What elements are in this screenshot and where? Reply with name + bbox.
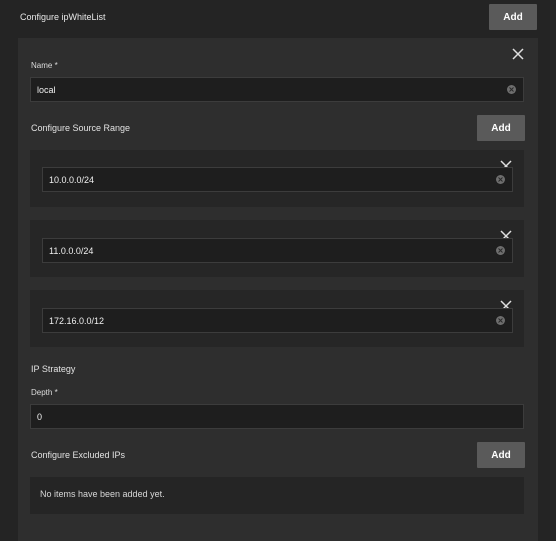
- excluded-ips-title: Configure Excluded IPs: [31, 450, 126, 460]
- clear-input-icon[interactable]: [507, 85, 516, 94]
- depth-label: Depth *: [31, 388, 58, 397]
- source-range-value: 10.0.0.0/24: [49, 174, 95, 185]
- source-range-value: 11.0.0.0/24: [49, 245, 94, 256]
- source-range-input[interactable]: 172.16.0.0/12: [42, 308, 513, 333]
- clear-input-icon[interactable]: [496, 316, 505, 325]
- depth-input-value: 0: [37, 411, 43, 422]
- empty-state-text: No items have been added yet.: [40, 489, 165, 499]
- page-title: Configure ipWhiteList: [20, 12, 106, 22]
- source-range-title: Configure Source Range: [31, 123, 131, 133]
- depth-input[interactable]: 0: [30, 404, 524, 429]
- source-range-input[interactable]: 10.0.0.0/24: [42, 167, 513, 192]
- name-label: Name *: [31, 61, 58, 70]
- source-range-item: 10.0.0.0/24: [30, 150, 524, 207]
- add-ipwhitelist-button[interactable]: Add: [489, 4, 537, 30]
- source-range-item: 172.16.0.0/12: [30, 290, 524, 347]
- source-range-value: 172.16.0.0/12: [49, 315, 105, 326]
- add-excluded-ip-button[interactable]: Add: [477, 442, 525, 468]
- close-icon[interactable]: [512, 48, 524, 60]
- name-input[interactable]: local: [30, 77, 524, 102]
- ip-strategy-title: IP Strategy: [31, 364, 76, 374]
- name-input-value: local: [37, 84, 56, 95]
- excluded-ips-empty-state: No items have been added yet.: [30, 477, 524, 514]
- source-range-input[interactable]: 11.0.0.0/24: [42, 238, 513, 263]
- ipwhitelist-panel: Name * local Configure Source Range Add …: [18, 38, 538, 541]
- clear-input-icon[interactable]: [496, 175, 505, 184]
- source-range-item: 11.0.0.0/24: [30, 220, 524, 277]
- clear-input-icon[interactable]: [496, 246, 505, 255]
- add-source-range-button[interactable]: Add: [477, 115, 525, 141]
